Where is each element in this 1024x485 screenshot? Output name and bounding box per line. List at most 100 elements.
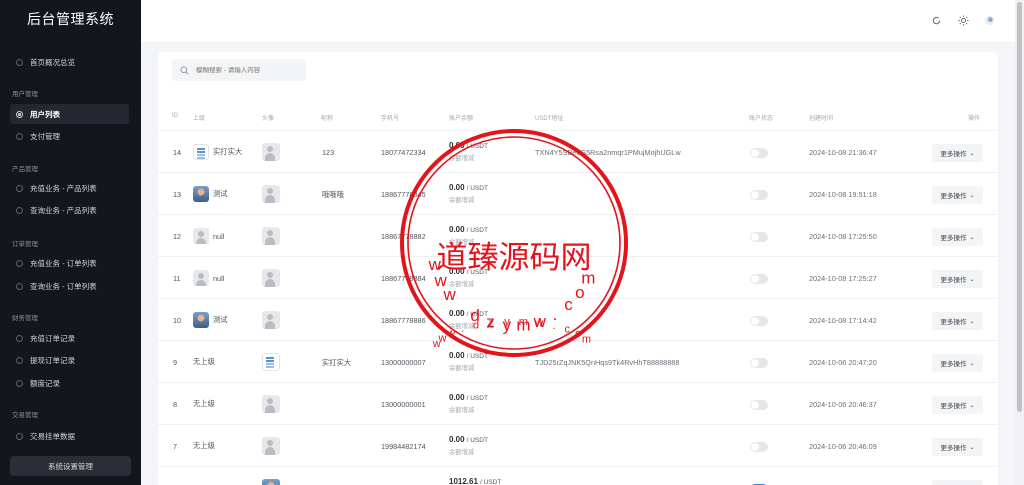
balance-unit: / USDT: [466, 227, 488, 234]
balance-adjust-link[interactable]: 余额增减: [449, 363, 488, 372]
sidebar-item-label: 充值订单记录: [30, 333, 75, 343]
balance-unit: / USDT: [479, 479, 502, 485]
balance-amount: 0.00: [449, 141, 465, 150]
user-avatar-icon[interactable]: [984, 15, 995, 26]
more-actions-button[interactable]: 更多操作⌄: [932, 144, 983, 162]
cell-phone: 18867778884: [381, 274, 426, 283]
cell-phone: 13000000001: [381, 400, 426, 409]
sidebar-item[interactable]: 充值订单记录: [10, 328, 129, 348]
system-settings-button[interactable]: 系统设置管理: [10, 456, 131, 476]
more-actions-button[interactable]: 更多操作⌄: [932, 228, 983, 246]
sidebar-item[interactable]: 查询业务 - 产品列表: [10, 200, 129, 220]
status-toggle[interactable]: [750, 442, 768, 452]
sidebar-item[interactable]: 交易挂单数据: [10, 426, 129, 446]
superior-name: 测试: [213, 315, 228, 324]
more-actions-label: 更多操作: [940, 277, 967, 284]
menu-dot-icon: [16, 110, 23, 118]
more-actions-button[interactable]: 更多操作⌄: [932, 396, 983, 414]
search-input[interactable]: [196, 66, 296, 74]
balance-amount: 0.00: [449, 225, 465, 234]
cell-balance: 0.00 / USDT 余额增减: [449, 267, 488, 288]
menu-group-title: 交易管理: [12, 412, 38, 419]
balance-adjust-link[interactable]: 余额增减: [449, 447, 488, 456]
balance-adjust-link[interactable]: 余额增减: [449, 237, 488, 246]
more-actions-button[interactable]: 更多操作⌄: [932, 312, 983, 330]
menu-dot-icon: [16, 259, 23, 267]
sidebar-item[interactable]: 用户列表: [10, 104, 129, 124]
more-actions-button[interactable]: 更多操作⌄: [932, 438, 983, 456]
cell-superior: 测试: [193, 186, 228, 202]
cell-balance: 0.00 / USDT 余额增减: [449, 393, 488, 414]
sidebar-item[interactable]: 额度记录: [10, 373, 129, 393]
cell-avatar: [262, 227, 284, 245]
cell-avatar: [262, 437, 284, 455]
status-toggle[interactable]: [750, 148, 768, 158]
cell-balance: 0.00 / USDT 余额增减: [449, 435, 488, 456]
user-avatar: [262, 395, 280, 413]
sidebar-item[interactable]: 支付管理: [10, 126, 129, 146]
cell-created: 2024-10-06 20:46:37: [809, 400, 877, 409]
status-toggle[interactable]: [750, 190, 768, 200]
more-actions-label: 更多操作: [940, 319, 967, 326]
status-toggle[interactable]: [750, 358, 768, 368]
cell-balance: 0.00 / USDT 余额增减: [449, 183, 488, 204]
menu-dot-icon: [16, 184, 23, 192]
more-actions-button[interactable]: 更多操作⌄: [932, 354, 983, 372]
col-nickname: 昵称: [321, 116, 334, 122]
status-toggle[interactable]: [750, 274, 768, 284]
balance-amount: 0.00: [449, 393, 465, 402]
menu-group-title: 产品管理: [12, 166, 38, 173]
more-actions-label: 更多操作: [940, 403, 967, 410]
menu-dot-icon: [16, 432, 23, 440]
cell-balance: 0.00 / USDT 余额增减: [449, 309, 488, 330]
cell-id: 8: [173, 400, 178, 409]
balance-adjust-link[interactable]: 余额增减: [449, 405, 488, 414]
status-toggle[interactable]: [750, 400, 768, 410]
menu-group-title: 财务管理: [12, 315, 38, 322]
cell-phone: 13000000007: [381, 358, 426, 367]
chevron-down-icon: ⌄: [969, 360, 975, 367]
sidebar-item-label: 充值业务 - 订单列表: [30, 258, 97, 268]
balance-adjust-link[interactable]: 余额增减: [449, 153, 488, 162]
balance-unit: / USDT: [466, 269, 488, 276]
more-actions-button[interactable]: 更多操作⌄: [932, 480, 983, 485]
menu-dot-icon: [16, 132, 23, 140]
chevron-down-icon: ⌄: [969, 276, 975, 283]
cell-id: 9: [173, 358, 178, 367]
theme-sun-icon[interactable]: [958, 15, 969, 26]
refresh-icon[interactable]: [931, 15, 942, 26]
balance-amount: 1012.61: [449, 477, 478, 485]
search-box[interactable]: [172, 59, 306, 81]
user-avatar: [262, 353, 280, 371]
status-toggle[interactable]: [750, 232, 768, 242]
more-actions-button[interactable]: 更多操作⌄: [932, 186, 983, 204]
vertical-scrollbar[interactable]: [1015, 0, 1024, 485]
superior-name: 无上级: [193, 441, 215, 450]
sidebar-item[interactable]: 充值业务 - 订单列表: [10, 253, 129, 273]
more-actions-label: 更多操作: [940, 193, 967, 200]
sidebar-item[interactable]: 查询业务 - 订单列表: [10, 276, 129, 296]
status-toggle[interactable]: [750, 316, 768, 326]
user-avatar: [262, 311, 280, 329]
sidebar-item[interactable]: 充值业务 - 产品列表: [10, 178, 129, 198]
col-status: 账户状态: [749, 116, 774, 122]
cell-balance: 1012.61 / USDT: [449, 477, 501, 485]
cell-id: 13: [173, 190, 182, 199]
col-id: ID: [172, 113, 178, 119]
balance-adjust-link[interactable]: 余额增减: [449, 321, 488, 330]
sidebar-item[interactable]: 提现订单记录: [10, 350, 129, 370]
cell-avatar: [262, 311, 284, 329]
cell-nickname: 实打实大: [322, 358, 352, 367]
sidebar-item[interactable]: 首页概况总览: [10, 52, 129, 72]
cell-phone: 18867778845: [381, 190, 426, 199]
user-avatar: [262, 185, 280, 203]
balance-adjust-link[interactable]: 余额增减: [449, 279, 488, 288]
cell-id: 14: [173, 148, 182, 157]
balance-adjust-link[interactable]: 余额增减: [449, 195, 488, 204]
scrollbar-thumb[interactable]: [1017, 2, 1022, 412]
table-row: 9 无上级 实打实大 13000000007 0.00 / USDT 余额增减 TJD25r…: [158, 340, 998, 382]
more-actions-button[interactable]: 更多操作⌄: [932, 270, 983, 288]
cell-created: 2024-10-06 20:47:20: [809, 358, 877, 367]
sidebar-item-label: 提现订单记录: [30, 355, 75, 365]
cell-superior: 无上级: [193, 396, 215, 412]
